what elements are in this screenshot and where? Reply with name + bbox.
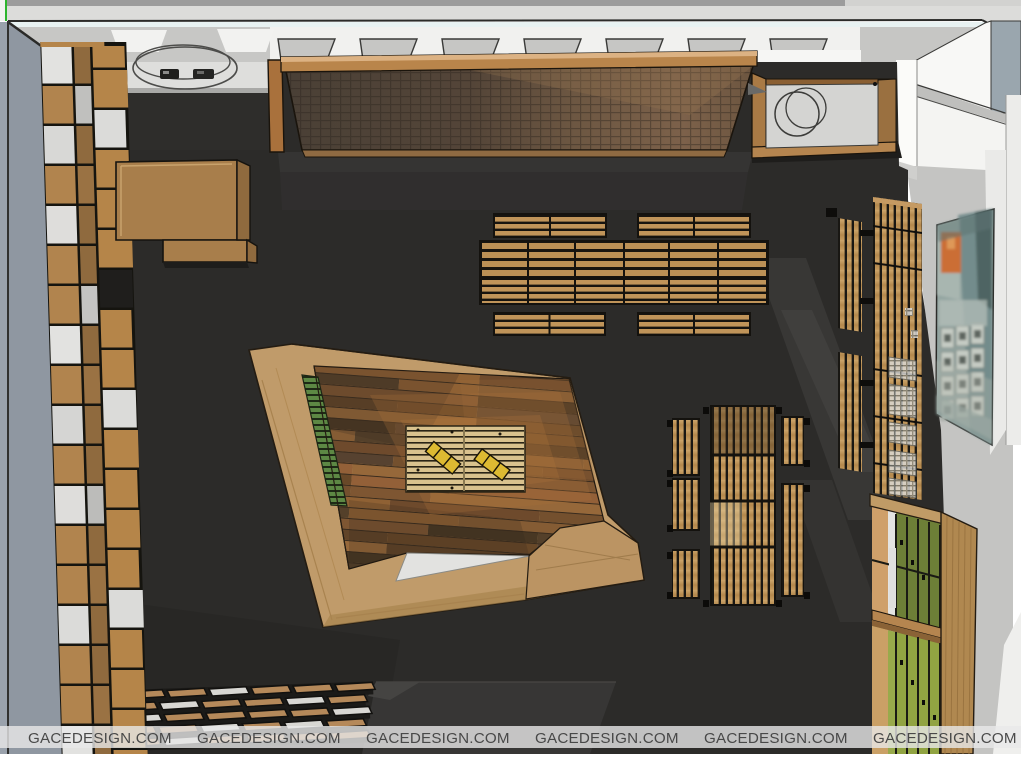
svg-text:GACEDESIGN.COM: GACEDESIGN.COM <box>28 730 172 747</box>
svg-text:GACEDESIGN.COM: GACEDESIGN.COM <box>366 730 510 747</box>
svg-text:GACEDESIGN.COM: GACEDESIGN.COM <box>704 730 848 747</box>
svg-text:GACEDESIGN.COM: GACEDESIGN.COM <box>535 730 679 747</box>
svg-text:GACEDESIGN.COM: GACEDESIGN.COM <box>197 730 341 747</box>
svg-text:GACEDESIGN.COM: GACEDESIGN.COM <box>873 730 1017 747</box>
